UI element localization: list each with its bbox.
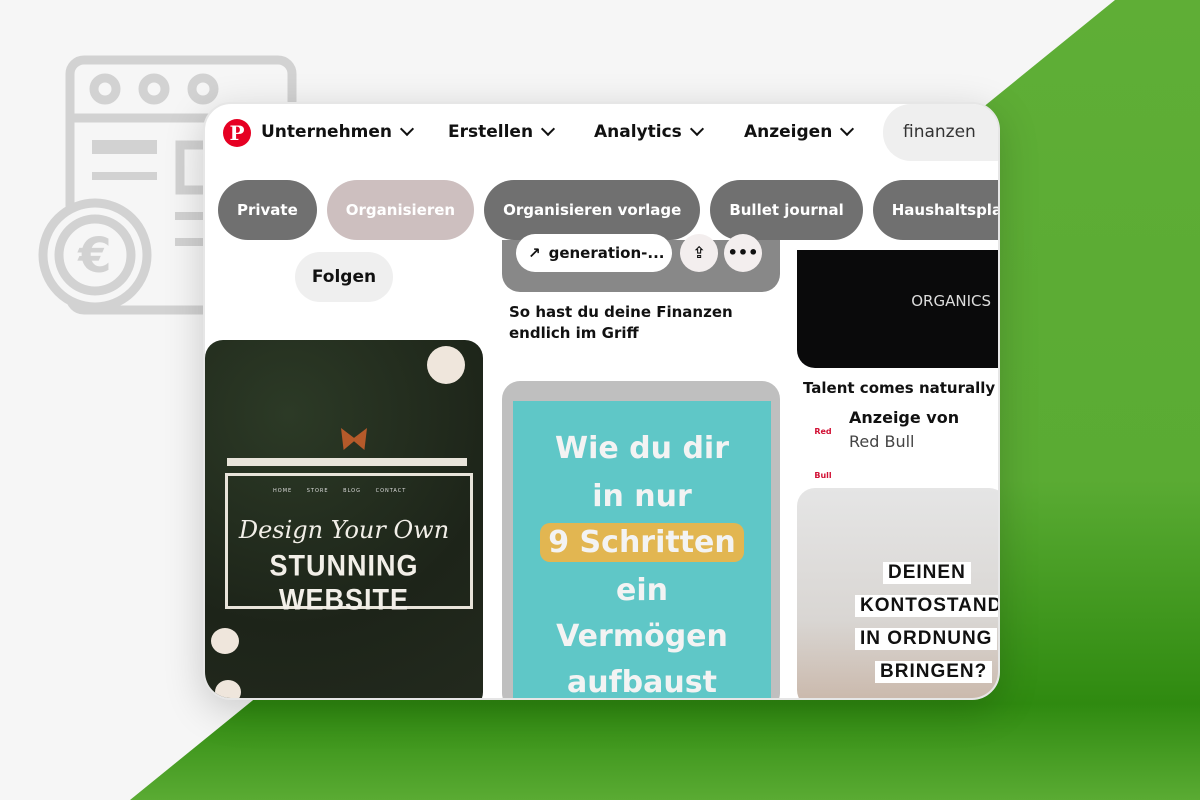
pin-finance-image[interactable]: ↗ generation-... ⇪ ••• xyxy=(502,234,780,292)
chevron-down-icon xyxy=(540,121,556,137)
pin-text-line: DEINEN xyxy=(883,562,971,584)
filter-chips: Private Organisieren Organisieren vorlag… xyxy=(218,180,998,240)
chevron-down-icon xyxy=(689,121,704,137)
pin-text-line: KONTOSTAND xyxy=(855,595,998,617)
pin-text-line: Vermögen xyxy=(556,619,728,654)
flower-decor xyxy=(427,346,465,384)
flower-decor xyxy=(215,680,241,698)
chip-organisieren-vorlage[interactable]: Organisieren vorlage xyxy=(484,180,701,240)
browser-bar-decor xyxy=(227,458,467,466)
nav-label: Analytics xyxy=(594,122,682,142)
ad-title[interactable]: Talent comes naturally xyxy=(803,378,995,399)
pin-kontostand[interactable]: DEINEN KONTOSTAND IN ORDNUNG BRINGEN? xyxy=(797,488,998,698)
nav-label: Anzeigen xyxy=(744,122,833,142)
chevron-down-icon xyxy=(399,121,415,137)
nav-anzeigen[interactable]: Anzeigen xyxy=(744,121,855,142)
pinterest-window: P Unternehmen Erstellen Analytics Anzeig… xyxy=(203,102,1000,700)
follow-button[interactable]: Folgen xyxy=(295,252,393,302)
pin-text-line: ein xyxy=(616,573,668,608)
pin-website[interactable]: HOME STORE BLOG CONTACT Design Your Own … xyxy=(205,340,483,698)
pin-text-line: BRINGEN? xyxy=(875,661,993,683)
pin-ad-image[interactable]: ORGANICS xyxy=(797,250,998,368)
nav-label: Unternehmen xyxy=(261,122,393,142)
top-nav: P Unternehmen Erstellen Analytics Anzeig… xyxy=(205,104,998,166)
share-icon[interactable]: ⇪ xyxy=(680,234,718,272)
pin-highlight-text: 9 Schritten xyxy=(540,523,744,562)
chevron-down-icon xyxy=(840,121,855,137)
nav-analytics[interactable]: Analytics xyxy=(594,121,704,142)
more-options-icon[interactable]: ••• xyxy=(724,234,762,272)
pin-text-line: Wie du dir xyxy=(555,431,729,466)
arrow-up-right-icon: ↗ xyxy=(528,244,541,262)
flower-decor xyxy=(211,628,239,654)
pinterest-logo-icon[interactable]: P xyxy=(223,119,251,147)
pin-steps[interactable]: Wie du dir in nur 9 Schritten ein Vermög… xyxy=(502,381,780,700)
ad-info: Anzeige von Red Bull xyxy=(849,406,959,454)
search-input[interactable]: finanzen xyxy=(883,104,998,161)
pin-title[interactable]: So hast du deine Finanzen endlich im Gri… xyxy=(509,302,779,344)
pin-text-line: aufbaust xyxy=(567,665,717,700)
red-bull-logo-icon[interactable]: Red Bull xyxy=(805,410,841,480)
chip-bullet-journal[interactable]: Bullet journal xyxy=(710,180,863,240)
pin-text-line: IN ORDNUNG xyxy=(855,628,998,650)
ad-label: Anzeige von xyxy=(849,408,960,427)
advertiser-name[interactable]: Red Bull xyxy=(849,430,959,454)
chip-organisieren[interactable]: Organisieren xyxy=(326,180,475,240)
website-menu-text: HOME STORE BLOG CONTACT xyxy=(273,488,407,494)
nav-unternehmen[interactable]: Unternehmen xyxy=(261,121,415,142)
svg-text:€: € xyxy=(77,228,111,284)
organics-logo: ORGANICS xyxy=(911,292,991,310)
source-label: generation-... xyxy=(548,244,665,262)
nav-erstellen[interactable]: Erstellen xyxy=(448,121,556,142)
pin-text-line: in nur xyxy=(592,479,692,514)
chip-private[interactable]: Private xyxy=(218,180,317,240)
butterfly-decor xyxy=(341,428,367,450)
chip-haushaltsplan[interactable]: Haushaltsplan xyxy=(872,180,998,240)
nav-label: Erstellen xyxy=(448,122,534,142)
pin-block-text: STUNNING WEBSITE xyxy=(269,548,419,616)
pin-script-text: Design Your Own xyxy=(238,516,450,544)
source-link[interactable]: ↗ generation-... xyxy=(516,234,672,272)
